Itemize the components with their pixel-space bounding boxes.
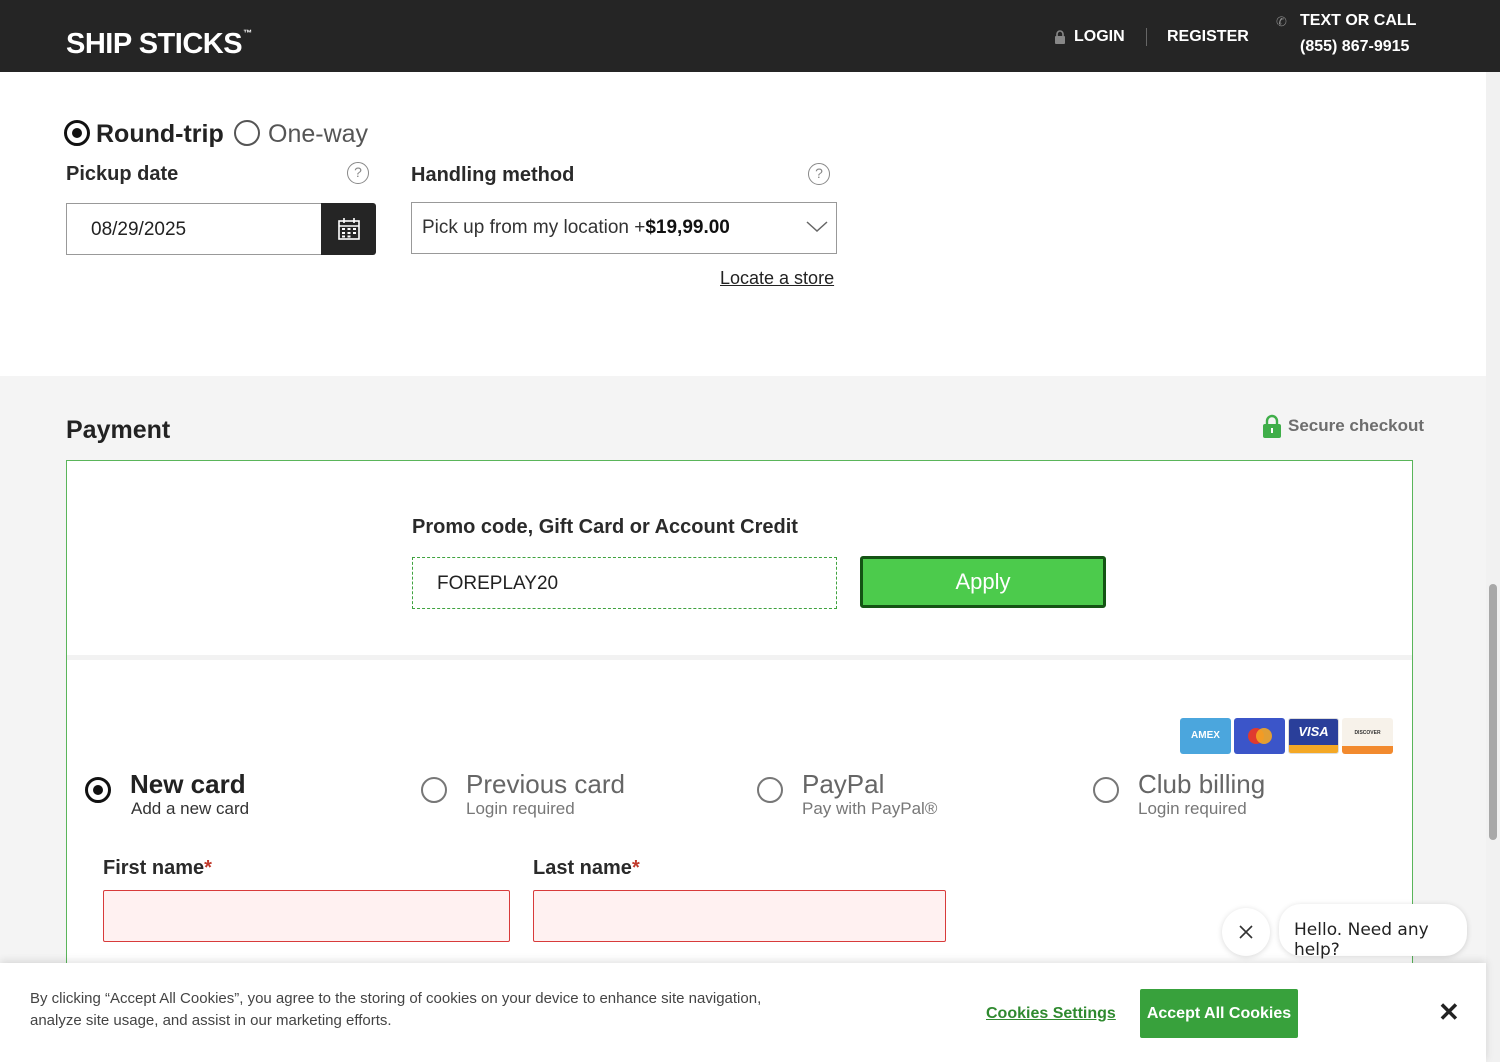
cookie-close-icon[interactable]: ✕	[1438, 997, 1460, 1028]
visa-card-icon: VISA	[1288, 718, 1339, 754]
previous-card-title[interactable]: Previous card	[466, 769, 625, 800]
handling-method-label: Handling method	[411, 164, 575, 186]
amex-card-icon: AMEX	[1180, 718, 1231, 754]
lock-icon	[1055, 30, 1065, 44]
required-asterisk: *	[204, 857, 212, 879]
round-trip-label[interactable]: Round-trip	[96, 120, 224, 149]
pickup-date-label: Pickup date	[66, 163, 179, 185]
nav-divider	[1146, 28, 1147, 46]
handling-option-price: $19,99.00	[645, 217, 730, 238]
round-trip-radio[interactable]	[64, 120, 90, 146]
last-name-label: Last name*	[533, 857, 640, 879]
club-billing-radio[interactable]	[1093, 777, 1119, 803]
last-name-input[interactable]	[533, 890, 946, 942]
paypal-radio[interactable]	[757, 777, 783, 803]
new-card-title[interactable]: New card	[130, 769, 246, 800]
cookie-consent-banner: By clicking “Accept All Cookies”, you ag…	[0, 963, 1486, 1062]
pickup-date-input[interactable]: 08/29/2025	[66, 203, 322, 255]
accept-all-cookies-button[interactable]: Accept All Cookies	[1140, 989, 1298, 1038]
promo-code-input[interactable]: FOREPLAY20	[412, 557, 837, 609]
locate-store-link[interactable]: Locate a store	[720, 268, 834, 289]
phone-number-link[interactable]: (855) 867-9915	[1300, 38, 1409, 56]
previous-card-subtitle: Login required	[466, 799, 575, 818]
handling-option-text: Pick up from my location +	[422, 217, 646, 238]
scrollbar-thumb[interactable]	[1489, 584, 1497, 840]
required-asterisk: *	[631, 857, 640, 879]
phone-icon: ✆	[1276, 14, 1287, 29]
help-icon[interactable]: ?	[808, 163, 830, 185]
first-name-label: First name*	[103, 857, 212, 879]
chevron-down-icon	[806, 221, 828, 233]
register-link[interactable]: REGISTER	[1167, 28, 1249, 46]
login-label: LOGIN	[1074, 28, 1125, 45]
mastercard-card-icon	[1234, 718, 1285, 754]
paypal-title[interactable]: PayPal	[802, 769, 884, 800]
one-way-radio[interactable]	[234, 120, 260, 146]
page-scrollbar[interactable]	[1486, 72, 1500, 1062]
lock-icon	[1263, 414, 1281, 438]
discover-card-icon: DISCOVER	[1342, 718, 1393, 754]
new-card-radio[interactable]	[85, 777, 111, 803]
close-icon	[1239, 925, 1253, 939]
calendar-button[interactable]	[321, 203, 376, 255]
text-or-call-label: TEXT OR CALL	[1300, 12, 1417, 29]
chat-close-button[interactable]	[1222, 908, 1270, 956]
club-billing-subtitle: Login required	[1138, 799, 1247, 818]
login-link[interactable]: LOGIN	[1054, 28, 1125, 46]
one-way-label[interactable]: One-way	[268, 120, 368, 149]
apply-button[interactable]: Apply	[860, 556, 1106, 608]
previous-card-radio[interactable]	[421, 777, 447, 803]
cookies-settings-link[interactable]: Cookies Settings	[986, 1005, 1116, 1023]
secure-checkout-label: Secure checkout	[1288, 416, 1425, 435]
calendar-icon	[337, 218, 360, 240]
handling-method-select[interactable]: Pick up from my location +$19,99.00	[411, 202, 837, 254]
first-name-input[interactable]	[103, 890, 510, 942]
secure-checkout-badge: Secure checkout	[1262, 414, 1424, 438]
payment-title: Payment	[66, 416, 171, 444]
paypal-subtitle: Pay with PayPal®	[802, 799, 938, 818]
club-billing-title[interactable]: Club billing	[1138, 769, 1265, 800]
ship-sticks-logo[interactable]: SHIP STICKS™	[66, 28, 252, 61]
new-card-subtitle: Add a new card	[131, 799, 250, 818]
promo-code-label: Promo code, Gift Card or Account Credit	[412, 516, 798, 538]
cookie-consent-text: By clicking “Accept All Cookies”, you ag…	[30, 990, 762, 1029]
top-navigation-bar: SHIP STICKS™ LOGIN REGISTER ✆ TEXT OR CA…	[0, 0, 1500, 72]
chat-greeting-bubble[interactable]: Hello. Need any help?	[1279, 904, 1467, 960]
section-divider	[67, 655, 1412, 660]
help-icon[interactable]: ?	[347, 162, 369, 184]
